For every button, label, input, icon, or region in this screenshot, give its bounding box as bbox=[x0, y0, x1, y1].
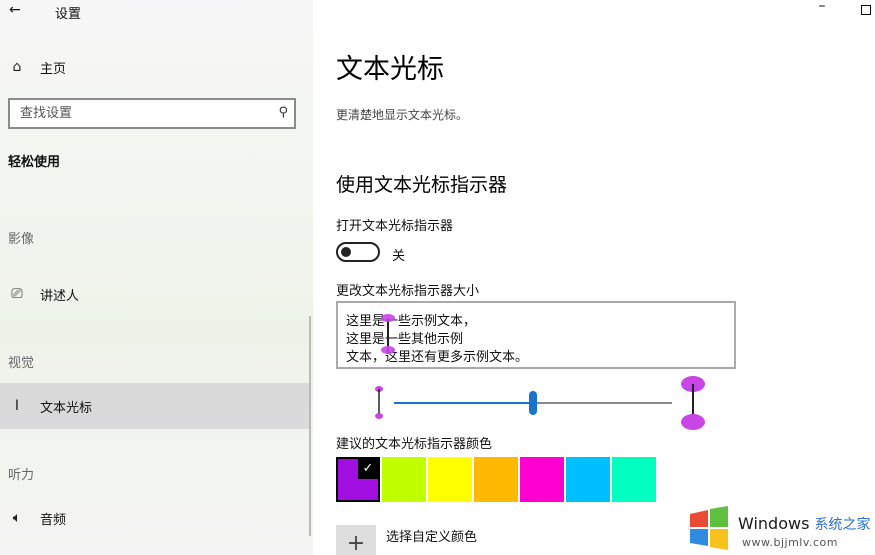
search-icon[interactable]: ⚲ bbox=[278, 105, 288, 120]
color-swatch[interactable] bbox=[382, 457, 426, 502]
preview-line: 这里是一些其他示例 bbox=[346, 332, 464, 347]
sidebar-item-audio[interactable]: 🔈︎ 音频 bbox=[0, 495, 310, 541]
text-cursor-icon: I bbox=[14, 398, 20, 414]
group-label-hearing: 听力 bbox=[8, 468, 35, 483]
narrator-icon: ⎚ bbox=[11, 286, 23, 302]
group-label-vision: 视觉 bbox=[8, 356, 35, 371]
custom-color-button[interactable]: + bbox=[336, 525, 376, 555]
sidebar: ← 设置 ⌂ 主页 ⚲ 轻松使用 影像 ⎚ 讲述人 视觉 I 文本光标 听力 🔈… bbox=[0, 0, 313, 555]
color-swatch[interactable] bbox=[520, 457, 564, 502]
search-input[interactable] bbox=[20, 100, 270, 127]
checkmark-icon: ✓ bbox=[358, 459, 378, 479]
preview-cursor-indicator-bottom bbox=[381, 346, 395, 354]
search-box[interactable]: ⚲ bbox=[8, 98, 296, 129]
back-arrow-icon[interactable]: ← bbox=[9, 2, 21, 18]
watermark-brand-cn: 系统之家 bbox=[814, 517, 871, 533]
color-swatch[interactable] bbox=[566, 457, 610, 502]
sidebar-item-label: 音频 bbox=[40, 512, 67, 528]
color-swatches: ✓ bbox=[336, 457, 658, 502]
sidebar-item-home[interactable]: ⌂ 主页 bbox=[0, 44, 310, 90]
toggle-label: 打开文本光标指示器 bbox=[336, 219, 454, 234]
sidebar-item-label: 讲述人 bbox=[40, 288, 80, 304]
windows-logo-icon bbox=[690, 506, 728, 550]
indicator-toggle[interactable] bbox=[336, 242, 380, 262]
app-title: 设置 bbox=[55, 7, 82, 22]
watermark-brand: Windows 系统之家 bbox=[738, 514, 871, 534]
sidebar-item-label: 主页 bbox=[40, 61, 67, 77]
speaker-icon: 🔈︎ bbox=[12, 510, 22, 526]
page-title: 文本光标 bbox=[336, 54, 444, 85]
maximize-icon bbox=[861, 5, 871, 15]
section-heading: 轻松使用 bbox=[8, 155, 61, 170]
sidebar-item-label: 文本光标 bbox=[40, 400, 93, 416]
title-bar: ← 设置 bbox=[0, 0, 313, 22]
preview-text-box: 这里是一些示例文本， 这里是一些其他示例 文本，这里还有更多示例文本。 bbox=[336, 301, 736, 369]
section-title: 使用文本光标指示器 bbox=[336, 174, 508, 196]
watermark-url: www.bjjmlv.com bbox=[742, 536, 838, 549]
preview-cursor-indicator-top bbox=[381, 314, 395, 322]
color-swatch[interactable]: ✓ bbox=[336, 457, 380, 502]
colors-label: 建议的文本光标指示器颜色 bbox=[336, 437, 493, 452]
color-swatch[interactable] bbox=[474, 457, 518, 502]
toggle-state: 关 bbox=[392, 249, 406, 264]
size-slider[interactable] bbox=[366, 374, 716, 434]
minimize-button[interactable]: – bbox=[802, 0, 842, 20]
large-size-icon bbox=[681, 376, 705, 430]
preview-line: 文本，这里还有更多示例文本。 bbox=[346, 350, 529, 365]
sidebar-item-narrator[interactable]: ⎚ 讲述人 bbox=[0, 271, 310, 317]
custom-color-label[interactable]: 选择自定义颜色 bbox=[386, 526, 477, 545]
sidebar-scrollbar[interactable] bbox=[309, 316, 311, 536]
color-swatch[interactable] bbox=[612, 457, 656, 502]
home-icon: ⌂ bbox=[12, 59, 22, 75]
sidebar-item-text-cursor[interactable]: I 文本光标 bbox=[0, 383, 310, 429]
group-label-vision-partial: 影像 bbox=[8, 232, 35, 247]
size-label: 更改文本光标指示器大小 bbox=[336, 284, 480, 299]
toggle-knob bbox=[341, 247, 351, 257]
page-description: 更清楚地显示文本光标。 bbox=[336, 108, 469, 122]
maximize-button[interactable] bbox=[846, 1, 875, 23]
color-swatch[interactable] bbox=[428, 457, 472, 502]
slider-thumb bbox=[529, 391, 537, 415]
preview-line: 这里是一些示例文本， bbox=[346, 314, 477, 329]
small-size-icon bbox=[375, 386, 383, 419]
watermark-brand-en: Windows bbox=[738, 514, 810, 533]
